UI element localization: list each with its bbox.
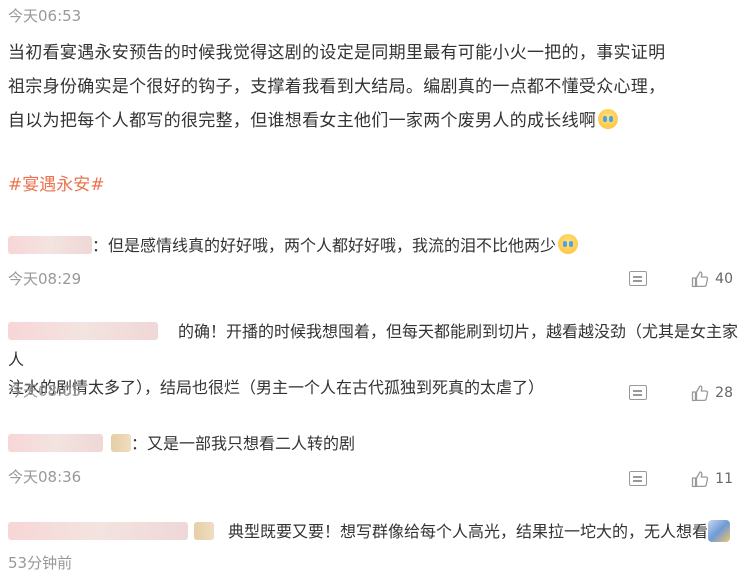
post-line-3: 自以为把每个人都写的很完整，但谁想看女主他们一家两个废男人的成长线啊	[8, 104, 738, 138]
crying-face-emoji-icon	[558, 234, 579, 254]
comment-1-actions: 40	[629, 270, 733, 288]
comment-4-body: 典型既要又要！想写群像给每个人高光，结果拉一坨大的，无人想看	[8, 518, 731, 546]
comment-3-text: ：又是一部我只想看二人转的剧	[131, 434, 356, 453]
blurred-badge-icon	[194, 522, 214, 540]
like-count: 11	[715, 470, 733, 487]
post-timestamp: 今天06:53	[8, 7, 82, 25]
thumbs-up-icon[interactable]	[691, 384, 709, 402]
comment-1-text: ：但是感情线真的好好哦，两个人都好好哦，我流的泪不比他两少	[92, 236, 557, 255]
blurred-username[interactable]	[8, 322, 158, 340]
blurred-username[interactable]	[8, 522, 188, 540]
blurred-username[interactable]	[8, 434, 103, 452]
topic-hashtag-link[interactable]: #宴遇永安#	[8, 170, 105, 195]
comment-3-time: 今天08:36	[8, 468, 82, 486]
comment-icon[interactable]	[629, 471, 648, 486]
comment-1-body: ：但是感情线真的好好哦，两个人都好好哦，我流的泪不比他两少	[8, 232, 579, 260]
comment-4-time: 53分钟前	[8, 554, 73, 572]
comment-3-body: ：又是一部我只想看二人转的剧	[8, 430, 355, 458]
comment-4-text: 典型既要又要！想写群像给每个人高光，结果拉一坨大的，无人想看	[228, 522, 709, 541]
comment-2-time: 今天08:05	[8, 382, 82, 400]
post-line-2: 祖宗身份确实是个很好的钩子，支撑着我看到大结局。编剧真的一点都不懂受众心理，	[8, 77, 666, 97]
blurred-username[interactable]	[8, 236, 92, 254]
thumbs-up-icon[interactable]	[691, 270, 709, 288]
post-body: 当初看宴遇永安预告的时候我觉得这剧的设定是同期里最有可能小火一把的，事实证明 祖…	[8, 36, 738, 138]
comment-icon[interactable]	[629, 271, 648, 286]
blurred-badge-icon	[111, 434, 131, 452]
comment-2-line-1: 的确！开播的时候我想囤着，但每天都能刷到切片，越看越没劲（尤其是女主家人	[8, 318, 738, 374]
like-count: 40	[715, 270, 733, 287]
crying-face-emoji-icon	[598, 109, 619, 129]
comment-3-actions: 11	[629, 470, 733, 488]
post-line-1: 当初看宴遇永安预告的时候我觉得这剧的设定是同期里最有可能小火一把的，事实证明	[8, 43, 666, 63]
thumbs-up-icon[interactable]	[691, 470, 709, 488]
comment-icon[interactable]	[629, 385, 648, 400]
comment-1-time: 今天08:29	[8, 270, 82, 288]
sticker-icon	[708, 520, 731, 542]
post-line-3-text: 自以为把每个人都写的很完整，但谁想看女主他们一家两个废男人的成长线啊	[8, 111, 597, 131]
like-count: 28	[715, 384, 733, 401]
comment-2-actions: 28	[629, 384, 733, 402]
